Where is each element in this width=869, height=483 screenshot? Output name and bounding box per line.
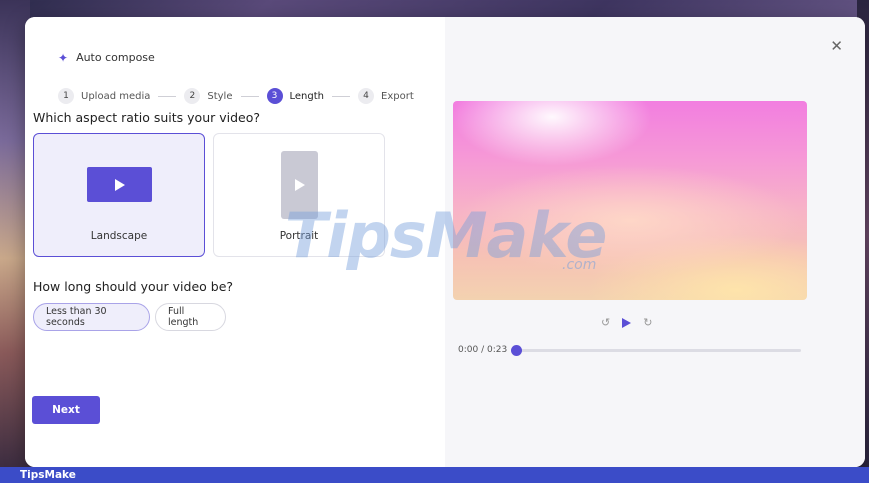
length-option-full[interactable]: Full length — [155, 303, 226, 331]
sparkle-icon: ✦ — [58, 50, 69, 65]
play-icon — [294, 179, 305, 191]
step-number: 1 — [58, 88, 74, 104]
watermark-suffix: .com — [562, 257, 597, 273]
step-divider — [158, 95, 177, 97]
seek-handle[interactable] — [511, 345, 522, 356]
landscape-thumbnail — [87, 167, 152, 202]
step-label: Length — [289, 90, 325, 102]
watermark-text: TipsMake — [285, 199, 607, 272]
step-length[interactable]: 3 Length — [266, 88, 325, 104]
aspect-ratio-question: Which aspect ratio suits your video? — [33, 110, 261, 125]
dialog-title: Auto compose — [76, 51, 155, 64]
length-option-short[interactable]: Less than 30 seconds — [33, 303, 150, 331]
close-icon[interactable]: ✕ — [830, 39, 843, 54]
step-divider — [240, 95, 259, 97]
landscape-label: Landscape — [90, 230, 148, 242]
step-upload-media[interactable]: 1 Upload media — [58, 88, 150, 104]
time-display: 0:00 / 0:23 — [458, 345, 508, 355]
landscape-option[interactable]: Landscape — [33, 133, 205, 257]
step-label: Upload media — [81, 90, 151, 102]
step-divider — [332, 95, 350, 97]
step-style[interactable]: 2 Style — [184, 88, 233, 104]
step-label: Style — [207, 90, 233, 102]
seek-bar[interactable] — [516, 349, 801, 352]
rewind-icon[interactable]: ↺ — [601, 316, 610, 329]
length-question: How long should your video be? — [33, 279, 234, 294]
step-number: 2 — [184, 88, 201, 104]
play-button[interactable] — [622, 317, 632, 328]
stepper: 1 Upload media 2 Style 3 Length 4 Export — [58, 88, 414, 104]
step-label: Export — [381, 90, 414, 102]
footer-bar: TipsMake — [0, 467, 869, 483]
playback-controls: ↺ ↻ — [601, 316, 652, 329]
footer-label: TipsMake — [20, 469, 76, 481]
step-export[interactable]: 4 Export — [358, 88, 414, 104]
dialog-header: ✦ Auto compose — [58, 51, 155, 64]
step-number: 3 — [266, 88, 283, 104]
step-number: 4 — [358, 88, 374, 104]
forward-icon[interactable]: ↻ — [643, 316, 652, 329]
play-icon — [114, 178, 125, 191]
next-button[interactable]: Next — [32, 396, 100, 424]
